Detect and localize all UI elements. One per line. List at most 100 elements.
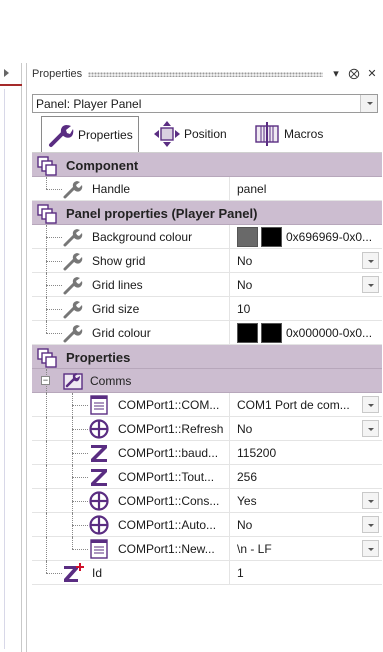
panel-category-icon [37,204,57,224]
chevron-down-icon[interactable] [362,492,379,509]
expand-arrow-icon[interactable] [4,69,9,77]
property-row-id[interactable]: Id 1 [32,561,382,585]
comport-auto-value: No [237,518,253,532]
object-selector[interactable]: Panel: Player Panel [32,94,378,113]
chevron-down-icon[interactable] [362,276,379,293]
category-properties[interactable]: Properties [32,345,382,369]
grid-size-label: Grid size [92,302,140,316]
comport-timeout-value: 256 [237,470,258,484]
tree-line [46,573,62,574]
titlebar-grip[interactable] [88,71,323,77]
z-icon [91,469,107,486]
wrench-icon [49,125,74,147]
chevron-down-icon[interactable] [362,396,379,413]
background-colour-field[interactable]: 0x696969-0x0... [229,225,382,249]
z-icon [91,445,107,462]
wrench-icon [63,301,83,319]
tree-line [72,405,88,406]
wrench-icon [63,277,83,295]
tree-line [72,525,88,526]
tree-line [46,489,47,513]
editor-edge [0,63,22,652]
grid-colour-label: Grid colour [92,326,151,340]
tree-line [46,309,62,310]
id-value: 1 [237,566,244,580]
tree-line [46,285,62,286]
tab-macros[interactable]: Macros [253,116,323,152]
colour-swatch-2[interactable] [261,323,282,343]
category-component[interactable]: Component [32,153,382,177]
property-row-comport-newline[interactable]: COMPort1::New... \n - LF [32,537,382,561]
colour-swatch-1[interactable] [237,227,258,247]
panel-titlebar: Properties ▾ ⨂ ✕ [27,63,383,85]
tree-line [46,537,47,561]
plus-circle-icon [89,515,109,535]
comport-baud-field[interactable]: 115200 [229,441,382,465]
comport-timeout-label: COMPort1::Tout... [118,470,215,484]
dropdown-icon[interactable]: ▾ [329,67,343,81]
property-row-background-colour[interactable]: Background colour 0x696969-0x0... [32,225,382,249]
property-row-comport-timeout[interactable]: COMPort1::Tout... 256 [32,465,382,489]
chevron-down-icon[interactable] [362,252,379,269]
property-row-grid-lines[interactable]: Grid lines No [32,273,382,297]
property-row-comport-auto[interactable]: COMPort1::Auto... No [32,513,382,537]
property-row-comport-baud[interactable]: COMPort1::baud... 115200 [32,441,382,465]
show-grid-select[interactable]: No [229,249,382,273]
tree-line [72,549,88,550]
tab-properties[interactable]: Properties [41,116,139,153]
category-panel-properties[interactable]: Panel properties (Player Panel) [32,201,382,225]
property-row-comport-refresh[interactable]: COMPort1::Refresh No [32,417,382,441]
colour-swatch-2[interactable] [261,227,282,247]
plus-circle-icon [89,491,109,511]
comport-auto-select[interactable]: No [229,513,382,537]
tree-line [46,321,47,333]
wrench-icon [63,229,83,247]
pin-icon[interactable]: ⨂ [347,67,361,81]
chevron-down-icon[interactable] [362,540,379,557]
tree-line [46,189,62,190]
chevron-down-icon[interactable] [360,95,377,112]
tab-position[interactable]: Position [153,116,227,152]
grid-size-field[interactable]: 10 [229,297,382,321]
wrench-icon [63,181,83,199]
comport-cons-select[interactable]: Yes [229,489,382,513]
tree-line [46,441,47,465]
wrench-icon [63,325,83,343]
property-row-handle[interactable]: Handle panel [32,177,382,201]
macro-icon [255,122,279,146]
group-comms[interactable]: − Comms [32,369,382,393]
chevron-down-icon[interactable] [362,420,379,437]
id-field[interactable]: 1 [229,561,382,585]
tree-line [46,393,47,417]
property-row-grid-colour[interactable]: Grid colour 0x000000-0x0... [32,321,382,345]
comport-baud-label: COMPort1::baud... [118,446,219,460]
comport-com-value: COM1 Port de com... [237,398,350,412]
collapse-toggle-icon[interactable]: − [41,376,50,385]
handle-field[interactable]: panel [229,177,382,201]
grid-colour-field[interactable]: 0x000000-0x0... [229,321,382,345]
id-label: Id [92,566,103,580]
property-row-comport-cons[interactable]: COMPort1::Cons... Yes [32,489,382,513]
property-row-grid-size[interactable]: Grid size 10 [32,297,382,321]
comms-label: Comms [90,374,132,388]
comport-refresh-select[interactable]: No [229,417,382,441]
comport-newline-select[interactable]: \n - LF [229,537,382,561]
comport-com-select[interactable]: COM1 Port de com... [229,393,382,417]
close-icon[interactable]: ✕ [365,67,379,81]
tree-line [46,237,62,238]
tree-line [46,417,47,441]
selector-value: Panel: Player Panel [36,97,142,111]
tree-line [72,477,88,478]
property-row-show-grid[interactable]: Show grid No [32,249,382,273]
grid-lines-select[interactable]: No [229,273,382,297]
show-grid-label: Show grid [92,254,146,268]
comport-refresh-value: No [237,422,253,436]
plus-circle-icon [89,419,109,439]
comport-refresh-label: COMPort1::Refresh [118,422,224,436]
chevron-down-icon[interactable] [362,516,379,533]
tree-line [46,333,62,334]
property-row-comport-com[interactable]: COMPort1::COM... COM1 Port de com... [32,393,382,417]
tree-line [46,177,47,189]
colour-swatch-1[interactable] [237,323,258,343]
comport-timeout-field[interactable]: 256 [229,465,382,489]
